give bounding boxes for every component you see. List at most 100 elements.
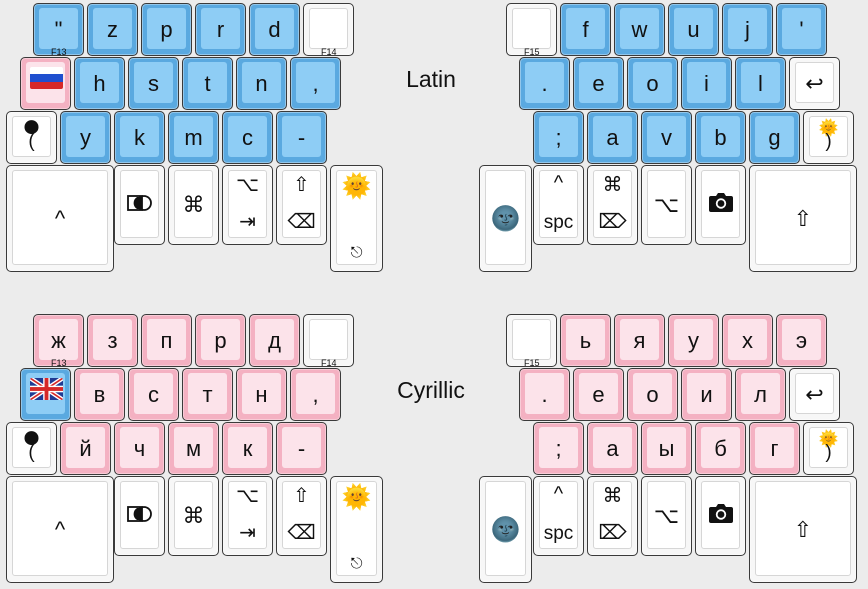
command-key[interactable]: ⌘ (168, 476, 219, 556)
ctrl-key[interactable]: ^ (6, 476, 114, 583)
right-row2-key-2[interactable]: o (627, 57, 678, 110)
left-row1-key-1[interactable]: z (87, 3, 138, 56)
left-row2-key-1[interactable]: s (128, 57, 179, 110)
sun-paren-key[interactable]: 🌞) (803, 422, 854, 475)
right-row3-key-4[interactable]: g (749, 111, 800, 164)
screenshot-key[interactable] (695, 476, 746, 556)
right-row2-key-3[interactable]: и (681, 368, 732, 421)
key-label: п (160, 327, 173, 353)
shift-backspace-key[interactable]: ⇧ ⌫ (276, 476, 327, 556)
left-row3-key-4[interactable]: - (276, 422, 327, 475)
enter-key[interactable]: ↩ (789, 368, 840, 421)
left-row1-key-5[interactable]: F14 (303, 314, 354, 368)
overlay-key[interactable] (114, 476, 165, 556)
left-row3-key-3[interactable]: c (222, 111, 273, 164)
left-row2-key-0[interactable]: h (74, 57, 125, 110)
command-key[interactable]: ⌘ (168, 165, 219, 245)
sun-key[interactable]: 🌞 ⎋ (330, 165, 383, 272)
left-row1-key-2[interactable]: p (141, 3, 192, 56)
space-key[interactable]: ^ spc (533, 476, 584, 556)
left-row2-key-2[interactable]: t (182, 57, 233, 110)
ctrl-key[interactable]: ^ (6, 165, 114, 272)
left-row1-key-4[interactable]: d (249, 3, 300, 56)
right-row3-key-2[interactable]: v (641, 111, 692, 164)
moon-key[interactable]: 🌚 (479, 476, 532, 583)
option-tab-key[interactable]: ⌥ ⇥ (222, 165, 273, 245)
left-row2-key-4[interactable]: , (290, 57, 341, 110)
left-row2-key-1[interactable]: с (128, 368, 179, 421)
right-row1-key-4[interactable]: j (722, 3, 773, 56)
right-row3-key-0[interactable]: ; (533, 111, 584, 164)
moon-key[interactable]: 🌚 (479, 165, 532, 272)
right-row2-key-0[interactable]: . (519, 57, 570, 110)
left-row1-key-3[interactable]: р (195, 314, 246, 367)
right-row2-key-4[interactable]: л (735, 368, 786, 421)
left-row1-key-2[interactable]: п (141, 314, 192, 367)
left-row3-key-2[interactable]: m (168, 111, 219, 164)
right-row3-key-1[interactable]: a (587, 111, 638, 164)
command-delete-key[interactable]: ⌘ ⌦ (587, 476, 638, 556)
left-row2-key-2[interactable]: т (182, 368, 233, 421)
right-row3-key-3[interactable]: b (695, 111, 746, 164)
option-key[interactable]: ⌥ (641, 165, 692, 245)
left-row1-key-3[interactable]: r (195, 3, 246, 56)
left-row2-key-3[interactable]: н (236, 368, 287, 421)
left-row2-key-4[interactable]: , (290, 368, 341, 421)
left-row1-key-0[interactable]: " F13 (33, 3, 84, 57)
left-row3-key-3[interactable]: к (222, 422, 273, 475)
space-key[interactable]: ^ spc (533, 165, 584, 245)
sun-paren-key[interactable]: 🌞) (803, 111, 854, 164)
right-row1-key-1[interactable]: ь (560, 314, 611, 367)
key-label: ч (133, 435, 146, 461)
right-row1-key-4[interactable]: х (722, 314, 773, 367)
left-row3-key-1[interactable]: ч (114, 422, 165, 475)
screenshot-key[interactable] (695, 165, 746, 245)
right-shift-key[interactable]: ⇧ (749, 476, 857, 583)
right-row2-key-1[interactable]: e (573, 57, 624, 110)
right-row3-key-2[interactable]: ы (641, 422, 692, 475)
overlay-key[interactable] (114, 165, 165, 245)
left-row2-key-0[interactable]: в (74, 368, 125, 421)
right-row2-key-4[interactable]: l (735, 57, 786, 110)
moon-paren-key[interactable]: 🌑( (6, 422, 57, 475)
right-row1-key-0[interactable]: F15 (506, 314, 557, 368)
right-row3-key-3[interactable]: б (695, 422, 746, 475)
left-row3-key-4[interactable]: - (276, 111, 327, 164)
option-key[interactable]: ⌥ (641, 476, 692, 556)
right-row1-key-3[interactable]: у (668, 314, 719, 367)
right-row1-key-5[interactable]: э (776, 314, 827, 367)
right-row1-key-1[interactable]: f (560, 3, 611, 56)
moon-paren-key[interactable]: 🌑( (6, 111, 57, 164)
right-row1-key-3[interactable]: u (668, 3, 719, 56)
left-row3-key-0[interactable]: й (60, 422, 111, 475)
right-row2-key-2[interactable]: о (627, 368, 678, 421)
left-row2-key-3[interactable]: n (236, 57, 287, 110)
left-row1-key-1[interactable]: з (87, 314, 138, 367)
left-row3-key-1[interactable]: k (114, 111, 165, 164)
right-row2-key-1[interactable]: е (573, 368, 624, 421)
right-row2-key-0[interactable]: . (519, 368, 570, 421)
left-row3-key-0[interactable]: y (60, 111, 111, 164)
right-row1-key-0[interactable]: F15 (506, 3, 557, 57)
left-row1-key-5[interactable]: F14 (303, 3, 354, 57)
right-row1-key-2[interactable]: w (614, 3, 665, 56)
left-row3-key-2[interactable]: м (168, 422, 219, 475)
right-shift-key[interactable]: ⇧ (749, 165, 857, 272)
option-tab-key[interactable]: ⌥ ⇥ (222, 476, 273, 556)
right-row1-key-5[interactable]: ' (776, 3, 827, 56)
key-label: u (687, 16, 700, 42)
enter-key[interactable]: ↩ (789, 57, 840, 110)
right-row3-key-1[interactable]: а (587, 422, 638, 475)
right-row2-key-3[interactable]: i (681, 57, 732, 110)
left-row1-key-4[interactable]: д (249, 314, 300, 367)
sun-key[interactable]: 🌞 ⎋ (330, 476, 383, 583)
language-switch-key[interactable] (20, 368, 71, 421)
right-row3-key-4[interactable]: г (749, 422, 800, 475)
left-row1-key-0[interactable]: ж F13 (33, 314, 84, 368)
right-row3-key-0[interactable]: ; (533, 422, 584, 475)
shift-backspace-key[interactable]: ⇧ ⌫ (276, 165, 327, 245)
command-delete-key[interactable]: ⌘ ⌦ (587, 165, 638, 245)
language-switch-key[interactable] (20, 57, 71, 110)
right-row1-key-2[interactable]: я (614, 314, 665, 367)
overlay-icon (115, 503, 164, 529)
